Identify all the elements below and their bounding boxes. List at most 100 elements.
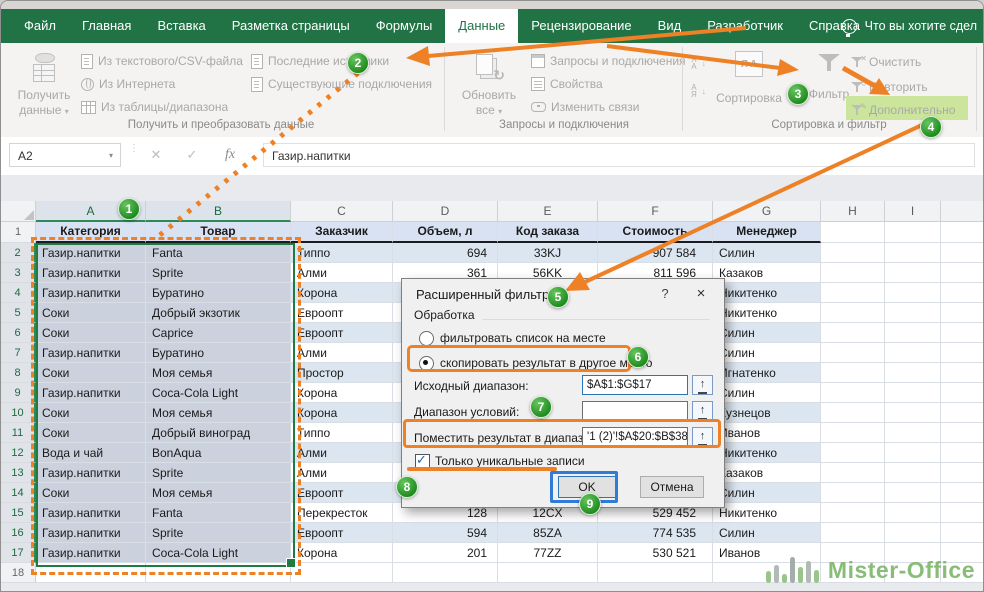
tab-5[interactable]: Формулы: [363, 9, 446, 43]
cell-C11[interactable]: Типпо: [291, 423, 393, 443]
cell-B10[interactable]: Моя семья: [146, 403, 291, 423]
get-data-button[interactable]: Получить данные ▾: [11, 49, 77, 119]
cell-H4[interactable]: [821, 283, 885, 303]
column-header-right[interactable]: [941, 201, 984, 222]
cell-J12[interactable]: [941, 443, 984, 463]
row-header-15[interactable]: 15: [1, 503, 36, 523]
tab-6[interactable]: Данные: [445, 9, 518, 43]
cell-B9[interactable]: Coca-Cola Light: [146, 383, 291, 403]
column-header-A[interactable]: A: [36, 201, 146, 222]
filter-in-place-radio[interactable]: [419, 331, 434, 346]
cell-I3[interactable]: [885, 263, 941, 283]
cell-A14[interactable]: Соки: [36, 483, 146, 503]
cell-F18[interactable]: [598, 563, 713, 583]
tab-3[interactable]: Вставка: [144, 9, 218, 43]
cell-C14[interactable]: Евроопт: [291, 483, 393, 503]
cell-G15[interactable]: Никитенко: [713, 503, 821, 523]
cell-J10[interactable]: [941, 403, 984, 423]
cell-D18[interactable]: [393, 563, 498, 583]
header-cell-B[interactable]: Товар: [146, 222, 291, 243]
cell-A15[interactable]: Газир.напитки: [36, 503, 146, 523]
sort-button[interactable]: ЯА Сортировка: [707, 51, 791, 105]
cell-B13[interactable]: Sprite: [146, 463, 291, 483]
row-header-9[interactable]: 9: [1, 383, 36, 403]
cell-B12[interactable]: BonAqua: [146, 443, 291, 463]
advanced-filter-button[interactable]: ✎Дополнительно: [851, 100, 955, 120]
cell-E17[interactable]: 77ZZ: [498, 543, 598, 563]
cell-G8[interactable]: Игнатенко: [713, 363, 821, 383]
from-web-button[interactable]: Из Интернета: [81, 74, 175, 94]
cell-H11[interactable]: [821, 423, 885, 443]
row-header-2[interactable]: 2: [1, 243, 36, 263]
cell-I7[interactable]: [885, 343, 941, 363]
cell-F16[interactable]: 774 535: [598, 523, 713, 543]
cell-B18[interactable]: [146, 563, 291, 583]
confirm-entry-icon[interactable]: ✓: [179, 143, 205, 167]
cell-C13[interactable]: Алми: [291, 463, 393, 483]
cell-D2[interactable]: 694: [393, 243, 498, 263]
clear-filter-button[interactable]: ✕Очистить: [851, 52, 921, 72]
cell-B6[interactable]: Caprice: [146, 323, 291, 343]
cell-I14[interactable]: [885, 483, 941, 503]
header-cell-F[interactable]: Стоимость: [598, 222, 713, 243]
row-header-1[interactable]: 1: [1, 222, 36, 243]
cell-G9[interactable]: Силин: [713, 383, 821, 403]
cell-J7[interactable]: [941, 343, 984, 363]
cell-I10[interactable]: [885, 403, 941, 423]
cell[interactable]: [941, 222, 984, 243]
cell-J14[interactable]: [941, 483, 984, 503]
fill-handle[interactable]: [286, 558, 296, 568]
destination-range-collapse-button[interactable]: ↑: [692, 427, 713, 447]
cell-H13[interactable]: [821, 463, 885, 483]
cell-J16[interactable]: [941, 523, 984, 543]
reapply-filter-button[interactable]: ↻Повторить: [851, 77, 928, 97]
formula-input[interactable]: Газир.напитки: [263, 143, 975, 167]
header-cell-C[interactable]: Заказчик: [291, 222, 393, 243]
row-header-10[interactable]: 10: [1, 403, 36, 423]
destination-range-input[interactable]: '1 (2)'!$A$20:$B$38: [582, 427, 688, 447]
cell-A13[interactable]: Газир.напитки: [36, 463, 146, 483]
unique-records-checkbox[interactable]: [415, 454, 430, 469]
cell-J15[interactable]: [941, 503, 984, 523]
cell-H7[interactable]: [821, 343, 885, 363]
cell-J13[interactable]: [941, 463, 984, 483]
cell-J4[interactable]: [941, 283, 984, 303]
cell-B2[interactable]: Fanta: [146, 243, 291, 263]
cell-C17[interactable]: Корона: [291, 543, 393, 563]
cell-J11[interactable]: [941, 423, 984, 443]
cell-C2[interactable]: Типпо: [291, 243, 393, 263]
cell-A11[interactable]: Соки: [36, 423, 146, 443]
column-header-I[interactable]: I: [885, 201, 941, 222]
cell-C18[interactable]: [291, 563, 393, 583]
copy-to-location-radio[interactable]: [419, 356, 434, 371]
tab-2[interactable]: Главная: [69, 9, 144, 43]
cell[interactable]: [821, 222, 885, 243]
refresh-all-button[interactable]: Обновить все ▾: [454, 49, 524, 119]
cell-E18[interactable]: [498, 563, 598, 583]
cell-C4[interactable]: Корона: [291, 283, 393, 303]
cell-I5[interactable]: [885, 303, 941, 323]
cell-G6[interactable]: Силин: [713, 323, 821, 343]
cell-H12[interactable]: [821, 443, 885, 463]
row-header-6[interactable]: 6: [1, 323, 36, 343]
sort-ascending-button[interactable]: АЯ↓: [691, 81, 706, 101]
criteria-range-input[interactable]: [582, 401, 688, 421]
cell-A3[interactable]: Газир.напитки: [36, 263, 146, 283]
cell-A17[interactable]: Газир.напитки: [36, 543, 146, 563]
cell-H8[interactable]: [821, 363, 885, 383]
row-header-3[interactable]: 3: [1, 263, 36, 283]
cell-B5[interactable]: Добрый экзотик: [146, 303, 291, 323]
cell-H10[interactable]: [821, 403, 885, 423]
formula-bar-splitter[interactable]: ⋮: [129, 146, 132, 164]
column-header-G[interactable]: G: [713, 201, 821, 222]
cell-C12[interactable]: Алми: [291, 443, 393, 463]
tab-9[interactable]: Разработчик: [694, 9, 796, 43]
cell[interactable]: [885, 222, 941, 243]
cell-I15[interactable]: [885, 503, 941, 523]
row-header-13[interactable]: 13: [1, 463, 36, 483]
insert-function-icon[interactable]: fx: [217, 143, 243, 167]
cell-I16[interactable]: [885, 523, 941, 543]
cell-I4[interactable]: [885, 283, 941, 303]
cell-F2[interactable]: 907 584: [598, 243, 713, 263]
cell-E2[interactable]: 33KJ: [498, 243, 598, 263]
